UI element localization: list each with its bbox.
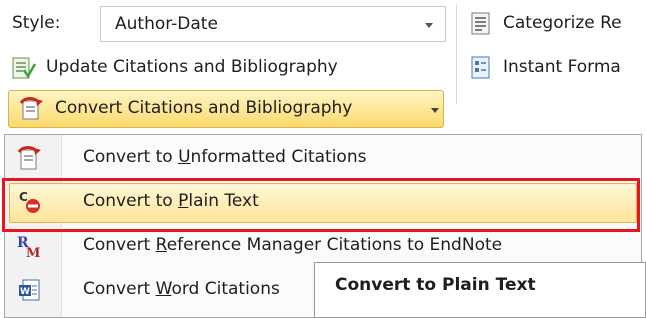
chevron-down-icon[interactable]: [425, 23, 433, 28]
convert-unformatted-icon: [17, 145, 43, 171]
convert-citations-label: Convert Citations and Bibliography: [55, 98, 353, 118]
convert-citations-dropdown-button[interactable]: Convert Citations and Bibliography: [8, 90, 444, 128]
svg-text:M: M: [26, 246, 40, 259]
word-document-icon: W: [17, 277, 43, 303]
reference-manager-icon: R M: [17, 233, 43, 259]
instant-format-icon[interactable]: [470, 56, 492, 80]
menu-item-label: Convert to Unformatted Citations: [83, 147, 367, 167]
style-combobox[interactable]: Author-Date: [100, 6, 446, 42]
menu-item-label: Convert Reference Manager Citations to E…: [83, 235, 503, 255]
ribbon-separator: [456, 4, 457, 104]
tooltip: Convert to Plain Text: [314, 262, 646, 318]
tooltip-title: Convert to Plain Text: [335, 275, 536, 295]
dropdown-arrow-icon: [431, 108, 439, 113]
style-value: Author-Date: [115, 14, 218, 34]
categorize-references-button[interactable]: Categorize Re: [503, 13, 622, 33]
highlight-annotation-box: [2, 178, 640, 232]
convert-citations-icon: [19, 97, 45, 121]
svg-text:W: W: [20, 287, 30, 297]
instant-formatting-button[interactable]: Instant Forma: [503, 57, 621, 77]
update-citations-icon[interactable]: [12, 56, 36, 80]
menu-item-label: Convert Word Citations: [83, 279, 280, 299]
update-citations-button[interactable]: Update Citations and Bibliography: [46, 57, 338, 77]
endnote-ribbon-group: Style: Author-Date Categorize Re Update …: [0, 0, 646, 136]
style-label: Style:: [12, 13, 61, 33]
menu-item-convert-unformatted[interactable]: Convert to Unformatted Citations: [5, 137, 641, 181]
categorize-icon[interactable]: [470, 12, 492, 36]
